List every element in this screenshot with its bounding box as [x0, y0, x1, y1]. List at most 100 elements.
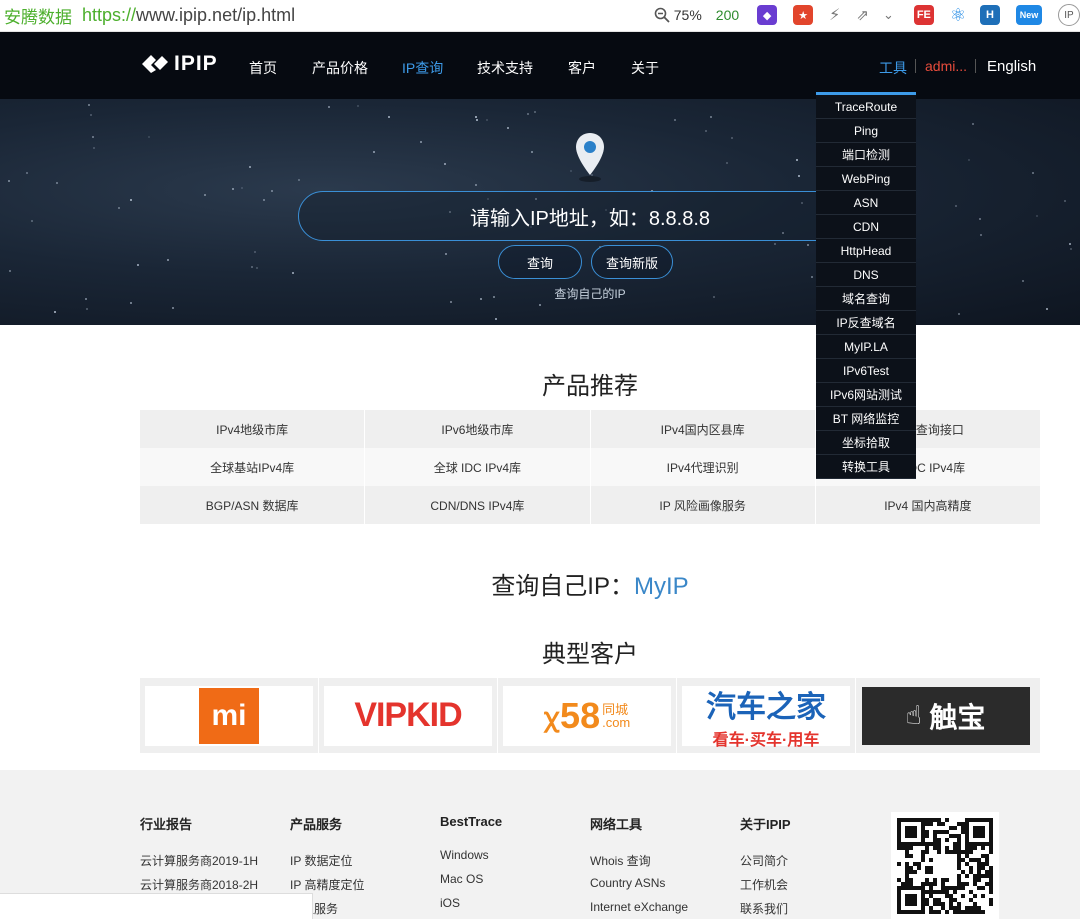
share-icon[interactable]: ⇗ [856, 6, 869, 24]
h-extension-icon[interactable]: H [980, 5, 1000, 25]
url-field[interactable]: https://www.ipip.net/ip.html [82, 5, 295, 26]
star-dot [506, 127, 509, 130]
autohome-slogan: 看车·买车·用车 [712, 731, 820, 749]
zoom-control[interactable]: 75% [654, 7, 702, 23]
nav-admin-user[interactable]: admi... [925, 58, 967, 74]
footer-column-heading: 产品服务 [290, 817, 343, 832]
product-link[interactable]: 全球基站IPv4库 [140, 448, 366, 486]
myip-heading: 查询自己IP：MyIP [0, 566, 1080, 601]
logo-text: IPIP [174, 52, 218, 75]
red-shield-extension-icon[interactable]: ★ [793, 5, 814, 25]
star-dot [569, 170, 572, 173]
tools-menu-item[interactable]: MyIP.LA [816, 335, 916, 359]
tools-menu-item[interactable]: WebPing [816, 167, 916, 191]
footer-link[interactable]: 公司简介 [740, 852, 791, 876]
product-link[interactable]: IPv4 国内高精度 [816, 486, 1040, 524]
star-dot [91, 135, 94, 138]
new-extension-icon[interactable]: New [1016, 5, 1042, 25]
star-dot [31, 220, 34, 223]
product-link[interactable]: 全球 IDC IPv4库 [365, 448, 591, 486]
product-link[interactable]: IPv6地级市库 [365, 410, 591, 448]
ip-extension-icon[interactable]: IP [1058, 4, 1080, 26]
query-new-version-button[interactable]: 查询新版 [591, 245, 673, 279]
nav-support[interactable]: 技术支持 [477, 58, 533, 78]
customer-xiaomi: mi [140, 678, 319, 753]
star-dot [972, 122, 975, 125]
product-link[interactable]: BGP/ASN 数据库 [140, 486, 366, 524]
ipip-logo[interactable]: IPIP [140, 52, 218, 76]
query-button[interactable]: 查询 [498, 245, 582, 279]
tools-menu-item[interactable]: 端口检测 [816, 143, 916, 167]
product-link[interactable]: CDN/DNS IPv4库 [365, 486, 591, 524]
product-link[interactable]: IPv4代理识别 [591, 448, 816, 486]
product-link[interactable]: IP 风险画像服务 [591, 486, 816, 524]
star-dot [527, 113, 530, 116]
tools-menu-item[interactable]: ASN [816, 191, 916, 215]
footer-link[interactable]: Internet eXchange [590, 900, 688, 924]
chubao-logo: ☝ 触宝 [861, 686, 1030, 745]
query-own-ip-link[interactable]: 查询自己的IP [0, 285, 1080, 302]
star-dot [241, 187, 244, 190]
footer-link[interactable]: 联系我们 [740, 900, 791, 924]
footer-link[interactable]: iOS [440, 896, 502, 920]
footer-link[interactable]: Mac OS [440, 872, 502, 896]
product-link[interactable]: IPv4地级市库 [140, 410, 366, 448]
tools-menu-item[interactable]: CDN [816, 215, 916, 239]
star-dot [232, 187, 235, 190]
lightning-icon[interactable]: ⚡ [829, 5, 840, 25]
star-dot [1021, 280, 1024, 283]
tools-menu-item[interactable]: 域名查询 [816, 287, 916, 311]
tools-menu-item[interactable]: HttpHead [816, 239, 916, 263]
star-dot [725, 162, 728, 165]
customer-chubao: ☝ 触宝 [856, 678, 1035, 753]
footer-link[interactable]: Country ASNs [590, 876, 688, 900]
star-dot [93, 146, 95, 149]
star-dot [55, 182, 58, 185]
footer-link[interactable]: IP 数据定位 [290, 852, 364, 876]
footer-link[interactable]: Windows [440, 848, 502, 872]
browser-toolbar-right: 75% 200 ◆ ★ ⚡ ⇗ ⌄ FE ⚛ H New IP [654, 0, 1080, 30]
footer-link[interactable]: 工作机会 [740, 876, 791, 900]
chevron-down-icon[interactable]: ⌄ [883, 7, 894, 23]
tools-menu-item[interactable]: 转换工具 [816, 455, 916, 479]
url-path: www.ipip.net/ip.html [136, 5, 296, 25]
star-dot [1069, 247, 1072, 250]
star-dot [147, 136, 150, 139]
fe-extension-icon[interactable]: FE [913, 5, 934, 25]
star-dot [166, 258, 169, 261]
star-dot [533, 110, 536, 113]
tools-menu-item[interactable]: IPv6网站测试 [816, 383, 916, 407]
58-mascot-icon: ꭓ [543, 701, 559, 732]
tools-menu-item[interactable]: Ping [816, 119, 916, 143]
tools-menu-item[interactable]: IPv6Test [816, 359, 916, 383]
star-dot [117, 207, 120, 210]
nav-pricing[interactable]: 产品价格 [312, 58, 368, 78]
nav-tools[interactable]: 工具 [879, 58, 907, 78]
tools-menu-item[interactable]: IP反查域名 [816, 311, 916, 335]
product-link[interactable]: IPv4国内区县库 [591, 410, 816, 448]
star-dot [538, 303, 541, 306]
star-dot [957, 313, 960, 316]
product-row: BGP/ASN 数据库 CDN/DNS IPv4库 IP 风险画像服务 IPv4 国内… [140, 486, 1040, 524]
footer-link[interactable]: 云计算服务商2019-1H [140, 852, 258, 876]
purple-cube-extension-icon[interactable]: ◆ [757, 5, 778, 25]
star-dot [710, 116, 713, 119]
footer-column-heading: BestTrace [440, 814, 503, 829]
nav-customers[interactable]: 客户 [568, 58, 596, 78]
star-dot [7, 180, 10, 183]
star-dot [978, 218, 981, 221]
tools-menu-item[interactable]: 坐标拾取 [816, 431, 916, 455]
ip-search-input[interactable]: 请输入IP地址，如：8.8.8.8 [298, 191, 882, 241]
nav-ip-query[interactable]: IP查询 [402, 58, 443, 78]
footer-link[interactable]: Whois 查询 [590, 852, 688, 876]
tools-menu-item[interactable]: TraceRoute [816, 95, 916, 119]
atom-extension-icon[interactable]: ⚛ [950, 5, 966, 26]
tools-dropdown-menu: TraceRoute Ping 端口检测 WebPing ASN CDN HttpHead D… [816, 92, 916, 479]
tools-menu-item[interactable]: BT 网络监控 [816, 407, 916, 431]
nav-about[interactable]: 关于 [631, 58, 659, 78]
star-dot [204, 193, 207, 196]
tools-menu-item[interactable]: DNS [816, 263, 916, 287]
nav-home[interactable]: 首页 [249, 58, 277, 78]
nav-english[interactable]: English [987, 58, 1036, 75]
myip-link[interactable]: MyIP [634, 573, 689, 600]
